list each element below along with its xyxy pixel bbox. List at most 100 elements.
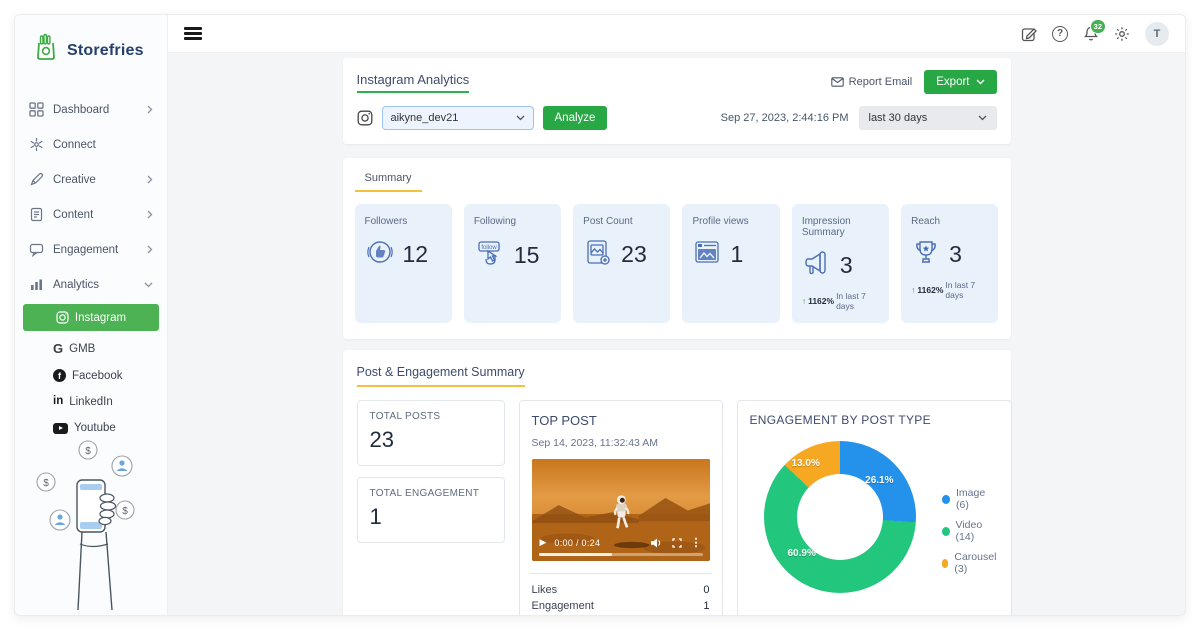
post-count-icon xyxy=(583,237,613,272)
volume-icon[interactable] xyxy=(650,538,663,548)
stat-card-profile-views: Profile views 1 xyxy=(682,204,780,323)
kebab-menu-icon[interactable]: ⋮ xyxy=(691,536,702,549)
total-engagement-value: 1 xyxy=(369,504,382,529)
megaphone-icon xyxy=(802,248,832,283)
followers-icon xyxy=(365,237,395,272)
instagram-icon xyxy=(56,311,69,324)
report-timestamp: Sep 27, 2023, 2:44:16 PM xyxy=(720,112,849,124)
page: Storefries Dashboard Connect Creative Co… xyxy=(0,0,1200,630)
arrow-up-icon: ↑ xyxy=(801,296,807,306)
notification-count-badge: 32 xyxy=(1089,19,1106,34)
stat-card-followers: Followers 12 xyxy=(354,204,452,323)
sidebar-item-content[interactable]: Content xyxy=(15,197,167,232)
content-area: Instagram Analytics Report Email Export xyxy=(168,53,1185,615)
chevron-down-icon xyxy=(516,115,525,121)
arrow-up-icon: ↑ xyxy=(911,285,916,295)
legend-dot xyxy=(941,526,950,536)
google-icon: G xyxy=(53,341,64,356)
sidebar-item-dashboard[interactable]: Dashboard xyxy=(15,92,167,127)
sidebar-item-gmb[interactable]: G GMB xyxy=(15,335,167,362)
sidebar-item-creative[interactable]: Creative xyxy=(15,162,167,197)
sidebar-item-youtube[interactable]: Youtube xyxy=(15,415,167,441)
sidebar-item-engagement[interactable]: Engagement xyxy=(15,232,167,267)
sidebar-item-label: Creative xyxy=(53,173,96,186)
engagement-by-post-type-box: ENGAGEMENT BY POST TYPE 26.1% 60.9% 13.0… xyxy=(736,400,1012,615)
gear-icon[interactable] xyxy=(1114,26,1130,42)
sidebar-item-linkedin[interactable]: in LinkedIn xyxy=(15,389,167,415)
analytics-header-card: Instagram Analytics Report Email Export xyxy=(342,58,1011,144)
reach-delta: ↑ 1162% In last 7 days xyxy=(911,280,976,300)
total-posts-box: TOTAL POSTS 23 xyxy=(356,400,505,466)
sidebar-item-label: Youtube xyxy=(74,422,116,434)
page-title: Instagram Analytics xyxy=(356,72,470,93)
report-email-button[interactable]: Report Email xyxy=(830,76,912,88)
legend-dot xyxy=(941,558,949,568)
video-controls: ▶ 0:00 / 0:24 ⋮ xyxy=(532,536,710,549)
chat-icon xyxy=(29,242,44,258)
sidebar-item-label: Content xyxy=(53,208,94,221)
user-avatar[interactable]: T xyxy=(1145,21,1169,46)
trophy-icon xyxy=(911,237,941,272)
chart-title: ENGAGEMENT BY POST TYPE xyxy=(749,413,931,427)
analytics-submenu: Instagram G GMB f Facebook in LinkedIn Y… xyxy=(15,304,167,441)
chart-legend: Image (6) Video (14) Carousel (3) xyxy=(941,487,999,593)
help-icon[interactable]: ? xyxy=(1052,25,1068,42)
chevron-down-icon xyxy=(978,115,987,121)
sidebar-item-instagram[interactable]: Instagram xyxy=(23,304,159,331)
stat-card-reach: Reach 3 ↑ 1162% In last 7 days xyxy=(901,204,999,323)
sidebar-item-label: Instagram xyxy=(74,311,127,324)
top-post-stat-engagement: Engagement 1 xyxy=(531,599,710,612)
analyze-button[interactable]: Analyze xyxy=(542,106,608,130)
following-icon: follow xyxy=(474,237,506,274)
hamburger-menu-icon[interactable] xyxy=(184,24,202,42)
notifications-bell-icon[interactable]: 32 xyxy=(1083,19,1106,42)
sidebar-item-label: Facebook xyxy=(72,369,123,382)
account-select-value: aikyne_dev21 xyxy=(390,112,459,124)
sidebar-item-analytics[interactable]: Analytics xyxy=(15,267,167,302)
impressions-delta: ↑ 1162% In last 7 days xyxy=(801,291,866,311)
instagram-icon xyxy=(357,110,373,126)
legend-item-image: Image (6) xyxy=(941,487,999,511)
fullscreen-icon[interactable] xyxy=(671,537,682,548)
top-navbar: ? 32 T xyxy=(168,15,1185,53)
brand-logo[interactable]: Storefries xyxy=(15,15,167,84)
top-post-video-player[interactable]: ▶ 0:00 / 0:24 ⋮ xyxy=(531,459,710,561)
chevron-down-icon xyxy=(976,79,984,85)
svg-text:follow: follow xyxy=(481,245,497,251)
sidebar-item-label: Analytics xyxy=(53,278,100,291)
sidebar-item-facebook[interactable]: f Facebook xyxy=(15,362,167,389)
legend-item-carousel: Carousel (3) xyxy=(941,551,999,575)
envelope-icon xyxy=(830,77,844,87)
facebook-icon: f xyxy=(53,369,66,382)
stat-card-post-count: Post Count 23 xyxy=(573,204,671,323)
chevron-right-icon xyxy=(147,210,153,219)
date-range-select[interactable]: last 30 days xyxy=(858,106,997,130)
play-icon[interactable]: ▶ xyxy=(540,537,547,548)
stat-card-following: Following follow 15 xyxy=(463,204,562,323)
fries-logo-icon xyxy=(29,31,63,70)
legend-item-video: Video (14) xyxy=(941,519,999,543)
pen-icon xyxy=(29,172,44,187)
connect-icon xyxy=(29,137,44,152)
sidebar-item-label: Engagement xyxy=(53,243,119,256)
chevron-right-icon xyxy=(147,105,153,114)
export-button[interactable]: Export xyxy=(924,70,997,94)
svg-text:$: $ xyxy=(85,446,91,457)
account-select[interactable]: aikyne_dev21 xyxy=(381,106,534,130)
slice-label-image: 26.1% xyxy=(865,475,894,486)
svg-text:$: $ xyxy=(43,478,49,489)
sidebar-item-label: GMB xyxy=(69,342,96,355)
slice-label-video: 60.9% xyxy=(787,548,816,559)
post-engagement-card: Post & Engagement Summary TOTAL POSTS 23… xyxy=(342,350,1012,615)
chevron-down-icon xyxy=(144,282,153,288)
tab-summary[interactable]: Summary xyxy=(354,168,422,192)
linkedin-icon: in xyxy=(53,395,64,408)
youtube-icon xyxy=(53,422,68,434)
main-area: ? 32 T Instagram Analytics Report Email … xyxy=(168,15,1185,615)
sidebar-item-connect[interactable]: Connect xyxy=(15,127,167,162)
total-engagement-box: TOTAL ENGAGEMENT 1 xyxy=(356,477,505,543)
sidebar-item-label: LinkedIn xyxy=(69,396,113,408)
compose-icon[interactable] xyxy=(1021,26,1037,42)
video-progress-bar[interactable] xyxy=(538,552,703,556)
sidebar-illustration: $ $ $ xyxy=(30,440,152,615)
